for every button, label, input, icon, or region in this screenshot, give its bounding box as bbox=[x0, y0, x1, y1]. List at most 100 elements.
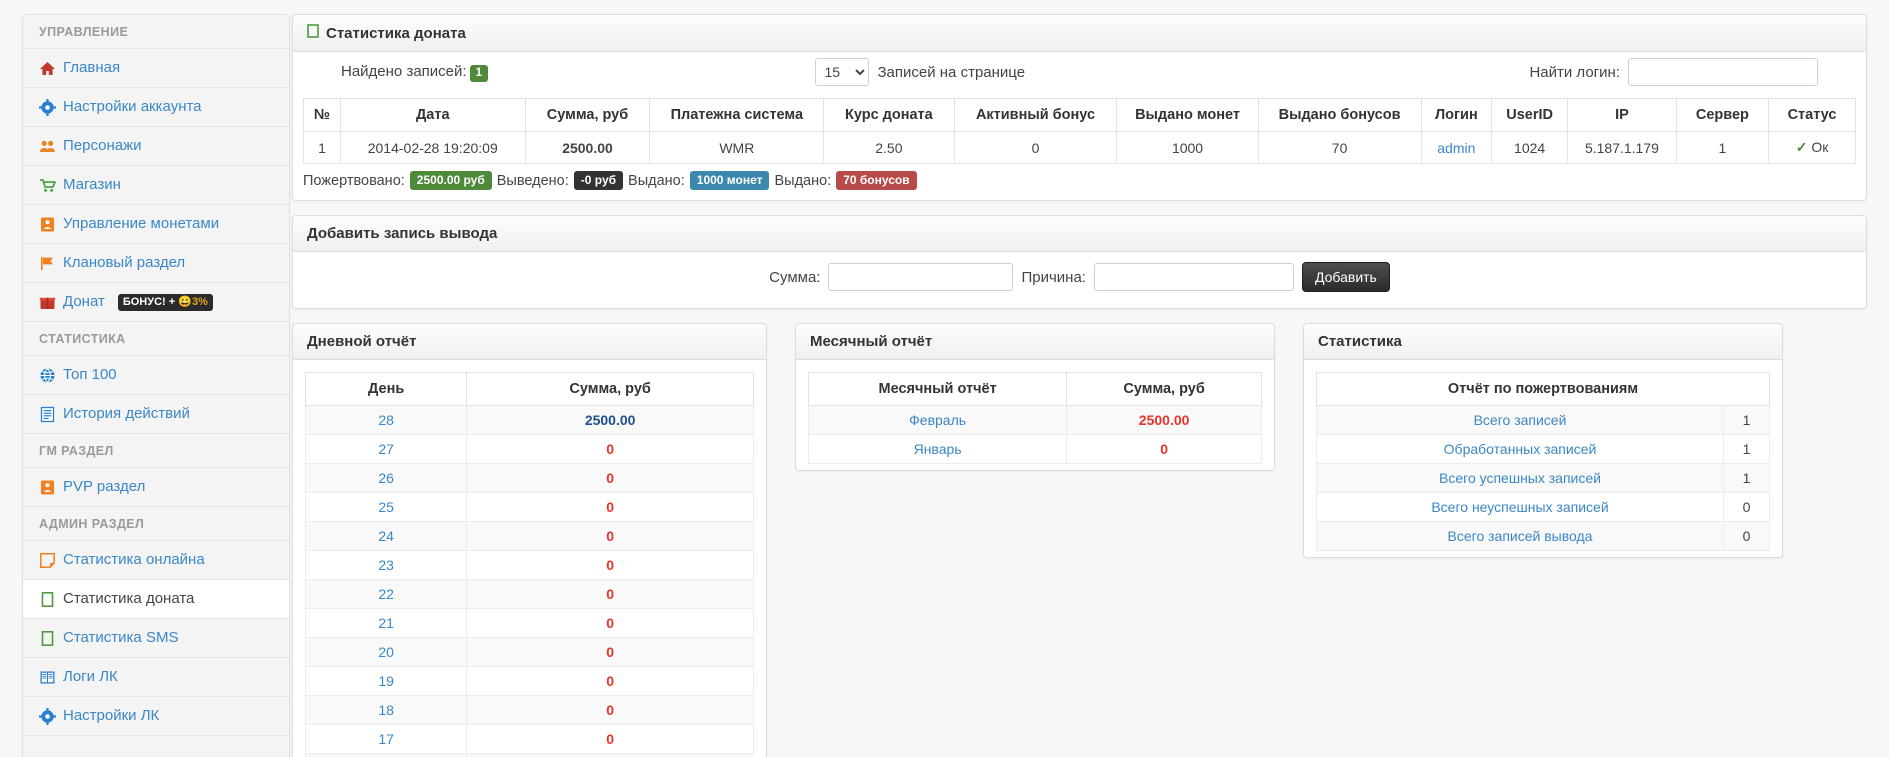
sidebar-item-label: Настройки ЛК bbox=[63, 707, 160, 724]
card-orange-icon bbox=[39, 216, 56, 233]
sidebar-item-главная[interactable]: Главная bbox=[23, 49, 289, 88]
table-row: Февраль 2500.00 bbox=[807, 405, 1262, 435]
sidebar-item-pvp-раздел[interactable]: PVP раздел bbox=[23, 468, 289, 507]
found-count-badge: 1 bbox=[469, 64, 488, 82]
per-page-label: Записей на странице bbox=[877, 63, 1026, 81]
card-orange-icon bbox=[39, 479, 56, 496]
login-search: Найти логин: bbox=[1344, 58, 1857, 86]
sidebar-item-label: Статистика доната bbox=[63, 590, 195, 607]
table-row: 18 0 bbox=[304, 695, 754, 725]
cell-sum: 0 bbox=[466, 753, 754, 757]
cell-day[interactable]: 22 bbox=[304, 579, 468, 609]
sidebar-item-логи-лк[interactable]: Логи ЛК bbox=[23, 658, 289, 697]
search-label: Найти логин: bbox=[1529, 63, 1620, 81]
sidebar-item-история-действий[interactable]: История действий bbox=[23, 395, 289, 434]
statistics-header: Статистика bbox=[1304, 324, 1782, 360]
cell-stat-value: 0 bbox=[1723, 521, 1770, 551]
per-page-select[interactable]: 152550100 bbox=[815, 58, 870, 86]
gear-icon bbox=[39, 707, 56, 725]
donated-label: Пожертвовано: bbox=[303, 172, 405, 189]
add-withdraw-panel: Добавить запись вывода Сумма: Причина: Д… bbox=[292, 215, 1867, 309]
sidebar-item-донат[interactable]: Донат БОНУС! + 😀3% bbox=[23, 283, 289, 322]
search-login-input[interactable] bbox=[1628, 58, 1818, 86]
panel-title: Статистика доната bbox=[326, 24, 466, 42]
sidebar-item-персонажи[interactable]: Персонажи bbox=[23, 127, 289, 166]
sidebar-item-label: Статистика онлайна bbox=[63, 551, 205, 568]
cell-day[interactable]: 17 bbox=[304, 724, 468, 754]
cell-month[interactable]: Февраль bbox=[807, 405, 1068, 435]
sidebar-item-настройки-лк[interactable]: Настройки ЛК bbox=[23, 697, 289, 736]
column-header: Сумма, руб bbox=[1066, 372, 1262, 406]
cell-sum: 2500.00 bbox=[466, 405, 754, 435]
add-withdraw-header: Добавить запись вывода bbox=[293, 216, 1866, 252]
table-header-row: Месячный отчёт Сумма, руб bbox=[807, 372, 1262, 406]
table-row: Всего неуспешных записей 0 bbox=[1316, 492, 1770, 522]
table-row: 28 2500.00 bbox=[304, 405, 754, 435]
rect-green-icon bbox=[307, 24, 319, 42]
column-header: Платежна система bbox=[649, 98, 825, 132]
withdraw-sum-input[interactable] bbox=[828, 263, 1014, 291]
cell-day[interactable]: 21 bbox=[304, 608, 468, 638]
found-label: Найдено записей: bbox=[341, 62, 467, 80]
found-records: Найдено записей: 1 bbox=[303, 63, 815, 82]
cell-date: 2014-02-28 19:20:09 bbox=[339, 131, 526, 164]
cell-stat-label[interactable]: Всего записей вывода bbox=[1316, 521, 1724, 551]
cell-day[interactable]: 18 bbox=[304, 695, 468, 725]
sidebar-column: Управление Главная Настройки аккаунта Персо… bbox=[0, 0, 292, 757]
sidebar-item-топ-100[interactable]: Топ 100 bbox=[23, 356, 289, 395]
rect-green-icon bbox=[39, 630, 56, 647]
cell-stat-label[interactable]: Всего неуспешных записей bbox=[1316, 492, 1724, 522]
cell-day[interactable]: 23 bbox=[304, 550, 468, 580]
cell-userid: 1024 bbox=[1491, 131, 1569, 164]
cell-day[interactable]: 26 bbox=[304, 463, 468, 493]
donate-stats-panel: Статистика доната Найдено записей:1 1525… bbox=[292, 14, 1867, 201]
cell-day[interactable]: 24 bbox=[304, 521, 468, 551]
cell-day[interactable]: 19 bbox=[304, 666, 468, 696]
add-withdraw-title: Добавить запись вывода bbox=[307, 225, 498, 242]
sidebar-item-label: Магазин bbox=[63, 176, 121, 193]
cell-month[interactable]: Январь bbox=[807, 434, 1068, 464]
table-row: 27 0 bbox=[304, 434, 754, 464]
cell-rate: 2.50 bbox=[823, 131, 955, 164]
cell-sum: 0 bbox=[466, 463, 754, 493]
sidebar-item-настройки-аккаунта[interactable]: Настройки аккаунта bbox=[23, 88, 289, 127]
sidebar-item-клановый-раздел[interactable]: Клановый раздел bbox=[23, 244, 289, 283]
coins-label: Выдано: bbox=[628, 172, 685, 189]
cell-active-bonus: 0 bbox=[953, 131, 1118, 164]
cell-day[interactable]: 27 bbox=[304, 434, 468, 464]
sidebar-item-статистика-sms[interactable]: Статистика SMS bbox=[23, 619, 289, 658]
cell-login[interactable]: admin bbox=[1420, 131, 1493, 164]
daily-report-title: Дневной отчёт bbox=[307, 333, 417, 350]
cell-sum: 0 bbox=[466, 492, 754, 522]
cell-sum: 0 bbox=[466, 695, 754, 725]
reason-label: Причина: bbox=[1021, 268, 1086, 286]
sidebar-item-магазин[interactable]: Магазин bbox=[23, 166, 289, 205]
column-header: Месячный отчёт bbox=[807, 372, 1068, 406]
statistics-table: Отчёт по пожертвованиям Всего записей 1 Об… bbox=[1316, 372, 1770, 551]
withdraw-reason-input[interactable] bbox=[1093, 263, 1294, 291]
sidebar: Управление Главная Настройки аккаунта Персо… bbox=[22, 14, 290, 757]
cell-sum: 2500.00 bbox=[1066, 405, 1262, 435]
statistics-title: Статистика bbox=[1318, 333, 1402, 350]
add-withdraw-button[interactable]: Добавить bbox=[1301, 262, 1390, 292]
sidebar-item-управление-монетами[interactable]: Управление монетами bbox=[23, 205, 289, 244]
cell-day[interactable]: 28 bbox=[304, 405, 468, 435]
cell-day[interactable]: 20 bbox=[304, 637, 468, 667]
cell-stat-label[interactable]: Всего записей bbox=[1316, 405, 1724, 435]
withdrawn-badge: -0 руб bbox=[573, 171, 624, 190]
table-row: 23 0 bbox=[304, 550, 754, 580]
cell-bonuses: 70 bbox=[1257, 131, 1422, 164]
gear-icon bbox=[39, 98, 56, 116]
cell-day[interactable]: 16 bbox=[304, 753, 468, 757]
cell-day[interactable]: 25 bbox=[304, 492, 468, 522]
daily-report-table: День Сумма, руб 28 2500.00 27 0 26 0 25 0 24 0 23 0 2… bbox=[304, 372, 754, 757]
sidebar-item-статистика-онлайна[interactable]: Статистика онлайна bbox=[23, 541, 289, 580]
table-row: Всего записей вывода 0 bbox=[1316, 521, 1770, 551]
cell-stat-label[interactable]: Всего успешных записей bbox=[1316, 463, 1724, 493]
cell-stat-label[interactable]: Обработанных записей bbox=[1316, 434, 1724, 464]
sidebar-item-label: Персонажи bbox=[63, 137, 142, 154]
sidebar-item-label: Управление монетами bbox=[63, 215, 220, 232]
cell-coins: 1000 bbox=[1116, 131, 1259, 164]
sidebar-item-статистика-доната[interactable]: Статистика доната bbox=[23, 580, 289, 619]
column-header: Выдано бонусов bbox=[1257, 98, 1422, 132]
